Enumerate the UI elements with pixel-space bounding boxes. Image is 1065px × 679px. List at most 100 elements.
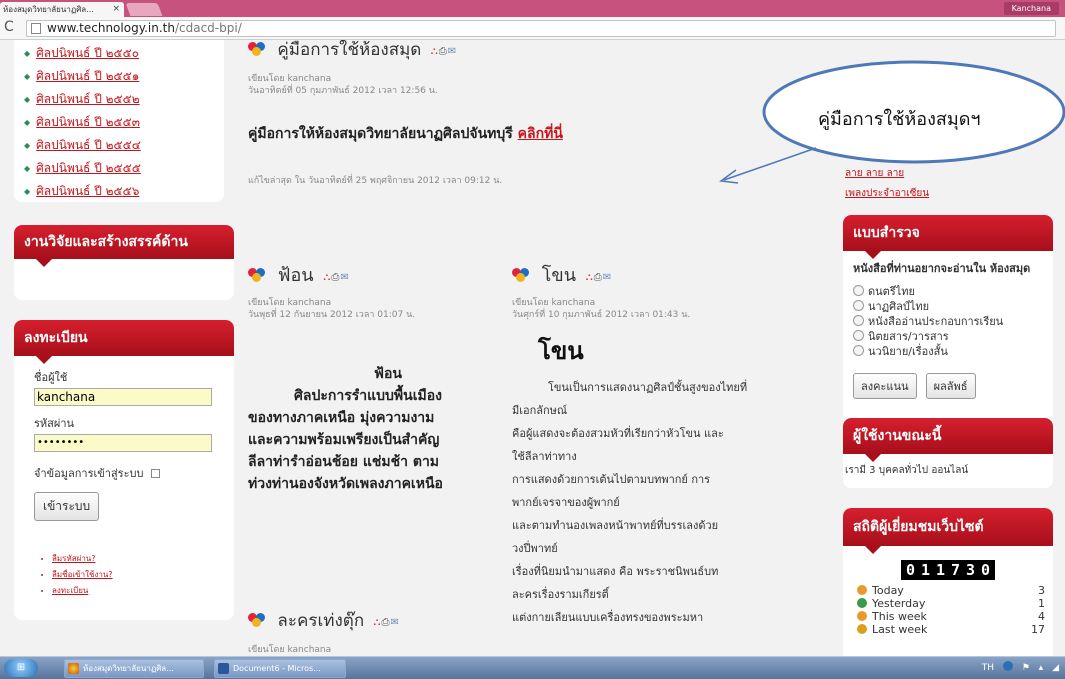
email-icon[interactable]: ✉ [603, 272, 611, 283]
year-item[interactable]: ศิลปนิพนธ์ ปี ๒๕๕๓ [14, 111, 224, 134]
fon-line: ลีลาท่ารำอ่อนช้อย แช่มช้า ตาม [248, 454, 440, 470]
username-input[interactable]: kanchana [34, 388, 212, 406]
year-item[interactable]: ศิลปนิพนธ์ ปี ๒๕๕๐ [14, 42, 224, 65]
callout-arrow-line [723, 147, 817, 181]
poll-option[interactable]: นวนิยาย/เรื่องสั้น [853, 344, 1043, 359]
khon-article: โขน ⛬⎙✉ เขียนโดย kanchana วันศุกร์ที่ 10… [512, 260, 832, 629]
year-item[interactable]: ศิลปนิพนธ์ ปี ๒๕๕๒ [14, 88, 224, 111]
article-logo-icon [248, 613, 266, 627]
poll-option[interactable]: นาฏศิลป์ไทย [853, 299, 1043, 314]
art-thesis-box: ศิลปนิพนธ์ ปี ๒๕๕๐ ศิลปนิพนธ์ ปี ๒๕๕๑ ศิ… [14, 40, 224, 202]
poll-option[interactable]: ดนตรีไทย [853, 284, 1043, 299]
login-box: ลงทะเบียน ชื่อผู้ใช้ kanchana รหัสผ่าน •… [14, 320, 234, 620]
person-icon [857, 611, 867, 621]
volume-icon[interactable]: ◢ [1052, 663, 1059, 673]
poll-title: แบบสำรวจ [843, 215, 1053, 259]
page-icon [31, 23, 41, 34]
username-label: ชื่อผู้ใช้ [34, 371, 68, 384]
register-link[interactable]: ลงทะเบียน [52, 586, 88, 595]
khon-paragraph: ละครเรื่องรามเกียรติ์ [512, 588, 609, 601]
profile-button[interactable]: Kanchana [1003, 2, 1059, 15]
khon-paragraph: มีเอกลักษณ์ [512, 404, 568, 417]
counter-digit: 1 [935, 561, 946, 579]
pdf-icon[interactable]: ⛬ [323, 272, 330, 283]
url-host: www.technology.in.th [47, 21, 175, 35]
print-icon[interactable]: ⎙ [331, 272, 339, 283]
right-link[interactable]: ลาย ลาย ลาย [845, 168, 904, 179]
url-field[interactable]: www.technology.in.th/cdacd-bpi/ [26, 20, 1056, 37]
counter-digit: 7 [950, 561, 961, 579]
email-icon[interactable]: ✉ [391, 617, 399, 628]
login-title: ลงทะเบียน [14, 320, 234, 364]
callout-text: คู่มือการใช้ห้องสมุดฯ [818, 109, 981, 130]
forgot-username-link[interactable]: ลืมชื่อเข้าใช้งาน? [52, 570, 113, 579]
taskbar-item-word[interactable]: Document6 - Micros... [214, 659, 346, 678]
flag-icon[interactable]: ⚑ [1022, 663, 1030, 673]
language-indicator[interactable]: TH [982, 663, 994, 673]
counter-digit: 1 [920, 561, 931, 579]
remember-checkbox[interactable] [150, 469, 160, 478]
login-button[interactable]: เข้าระบบ [34, 492, 100, 521]
taskbar-item-browser[interactable]: ห้องสมุดวิทยาลัยนาฏศิล... [64, 659, 204, 678]
article-logo-icon [512, 268, 530, 282]
system-tray: TH ⚑ ▴ ◢ [982, 660, 1059, 676]
article-author: เขียนโดย kanchana [248, 645, 332, 655]
email-icon[interactable]: ✉ [448, 46, 456, 57]
poll-option[interactable]: หนังสืออ่านประกอบการเรียน [853, 314, 1043, 329]
khon-title-row: โขน ⛬⎙✉ [512, 260, 832, 289]
new-tab-button[interactable] [125, 3, 163, 16]
person-icon [857, 598, 867, 608]
khon-paragraph: แต่งกายเลียนแบบเครื่องทรงของพระมหา [512, 611, 704, 624]
online-title: ผู้ใช้งานขณะนี้ [843, 418, 1053, 462]
article-author: เขียนโดย kanchana [512, 298, 596, 308]
article-logo-icon [248, 268, 266, 282]
article-author: เขียนโดย kanchana [248, 298, 332, 308]
start-button[interactable]: ⊞ [4, 659, 38, 677]
print-icon[interactable]: ⎙ [594, 272, 602, 283]
network-icon[interactable]: ▴ [1039, 663, 1044, 673]
khon-title[interactable]: โขน [542, 265, 576, 286]
khon-paragraph: การแสดงด้วยการเต้นไปตามบทพากย์ การ [512, 473, 711, 486]
year-item[interactable]: ศิลปนิพนธ์ ปี ๒๕๕๔ [14, 134, 224, 157]
remember-label: จำข้อมูลการเข้าสู่ระบบ [34, 467, 144, 480]
vote-button[interactable]: ลงคะแนน [853, 373, 917, 399]
help-icon[interactable] [1002, 661, 1013, 671]
manual-click-here-link[interactable]: คลิกที่นี่ [518, 126, 563, 142]
pdf-icon[interactable]: ⛬ [374, 617, 381, 628]
fon-line: ท่วงท่านองจังหวัดเพลงภาคเหนือ [248, 476, 443, 492]
year-item[interactable]: ศิลปนิพนธ์ ปี ๒๕๕๖ [14, 180, 224, 202]
right-link-list: ลาย ลาย ลาย เพลงประจำอาเซียน [845, 164, 929, 204]
pdf-icon[interactable]: ⛬ [431, 46, 438, 57]
research-box-title[interactable]: งานวิจัยและสร้างสรรค์ด้าน [14, 225, 234, 267]
year-item[interactable]: ศิลปนิพนธ์ ปี ๒๕๕๑ [14, 65, 224, 88]
right-link[interactable]: เพลงประจำอาเซียน [845, 188, 929, 199]
manual-article-title[interactable]: คู่มือการใช้ห้องสมุด [277, 40, 421, 60]
person-icon [857, 624, 867, 634]
results-button[interactable]: ผลลัพธ์ [925, 373, 976, 399]
close-tab-icon[interactable]: × [112, 2, 120, 17]
chrome-icon [68, 663, 79, 674]
browser-tab[interactable]: ห้องสมุดวิทยาลัยนาฏศิล... × [0, 2, 124, 17]
print-icon[interactable]: ⎙ [439, 46, 447, 57]
password-input[interactable]: •••••••• [34, 434, 212, 452]
tab-title: ห้องสมุดวิทยาลัยนาฏศิล... [3, 5, 94, 14]
poll-option[interactable]: นิตยสาร/วารสาร [853, 329, 1043, 344]
forgot-password-link[interactable]: ลืมรหัสผ่าน? [52, 554, 96, 563]
poll-box: แบบสำรวจ หนังสือที่ท่านอยากจะอ่านใน ห้อง… [843, 215, 1053, 445]
fon-line: ของทางภาคเหนือ มุ่งความงาม [248, 410, 435, 426]
counter-digit: 0 [905, 561, 916, 579]
print-icon[interactable]: ⎙ [382, 617, 390, 628]
fon-title[interactable]: ฟ้อน [278, 265, 314, 286]
khon-paragraph: และตามทำนองเพลงหน้าพาทย์ที่บรรเลงด้วย [512, 519, 719, 532]
year-item[interactable]: ศิลปนิพนธ์ ปี ๒๕๕๕ [14, 157, 224, 180]
lakhon-title[interactable]: ละครเท่งตุ๊ก [277, 611, 364, 631]
fon-line: ศิลปะการรำแบบพื้นเมือง [294, 388, 442, 404]
reload-icon[interactable]: C [4, 19, 14, 35]
email-icon[interactable]: ✉ [340, 272, 348, 283]
remember-row: จำข้อมูลการเข้าสู่ระบบ [34, 464, 234, 482]
windows-logo-icon: ⊞ [16, 662, 26, 673]
year-list: ศิลปนิพนธ์ ปี ๒๕๕๐ ศิลปนิพนธ์ ปี ๒๕๕๑ ศิ… [14, 40, 224, 202]
article-actions: ⛬⎙✉ [586, 272, 612, 283]
visitor-counter: 0 1 1 7 3 0 [901, 560, 995, 580]
pdf-icon[interactable]: ⛬ [586, 272, 593, 283]
